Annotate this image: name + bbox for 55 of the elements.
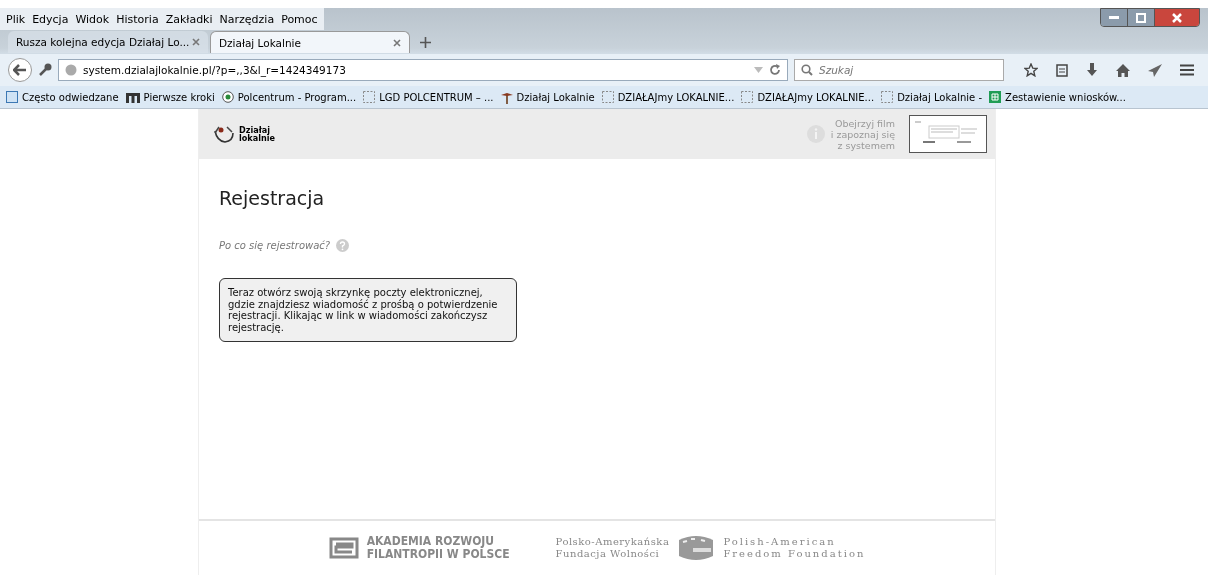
bookmark-item[interactable]: LGD POLCENTRUM – ... [363,91,494,103]
search-box[interactable]: Szukaj [794,59,1004,81]
back-arrow-icon [13,64,27,76]
info-message: Teraz otwórz swoją skrzynkę poczty elektronicznej, gdzie znajdziesz wiadomość z prośbą o potwierdzenie rejestracji. Klikając w link w wiadomości zakończysz rejestrację. [219,278,517,342]
send-icon[interactable] [1148,63,1162,77]
menu-item[interactable]: Widok [75,12,110,26]
close-button[interactable] [1155,9,1199,26]
download-icon[interactable] [1086,63,1098,77]
folder-icon [6,91,18,103]
why-register-link[interactable]: Po co się rejestrować? [219,240,331,251]
m-logo-icon [125,91,140,103]
bookmark-item[interactable]: Działaj Lokalnie - [881,91,983,103]
new-tab-icon[interactable] [420,36,431,48]
akademia-logo: AKADEMIA ROZWOJU FILANTROPII W POLSCE [328,535,510,561]
page-icon [741,91,754,103]
browser-tab[interactable]: Rusza kolejna edycja Działaj Lo... [8,31,208,53]
foundation-logo: Polsko-Amerykańska Fundacja Wolności Polish-American Freedom Foundation [555,535,866,562]
address-bar[interactable]: system.dzialajlokalnie.pl/?p=,,3&l_r=1424349173 [58,59,788,81]
bookmark-item[interactable]: Pierwsze kroki [125,91,215,103]
bookmark-item[interactable]: Działaj Lokalnie [500,90,595,104]
site-logo[interactable]: Działaj lokalnie [213,125,275,143]
reload-icon[interactable] [769,64,781,76]
menu-item[interactable]: Narzędzia [219,12,275,26]
close-icon[interactable] [192,38,200,46]
menu-item[interactable]: Pomoc [281,12,318,26]
back-button[interactable] [8,58,32,82]
key-icon[interactable] [38,63,52,77]
bookmark-item[interactable]: DZIAŁAJmy LOKALNIE... [741,91,875,103]
menu-item[interactable]: Plik [6,12,26,26]
menu-item[interactable]: Historia [116,12,159,26]
bookmark-item[interactable]: Polcentrum - Program... [221,91,357,103]
star-icon[interactable] [1024,63,1038,77]
minimize-button[interactable] [1101,9,1128,26]
page-icon [601,91,614,103]
maximize-button[interactable] [1128,9,1155,26]
bookmark-item[interactable]: Często odwiedzane [6,91,119,103]
home-icon[interactable] [1116,63,1130,77]
badge-icon [221,91,234,103]
minimize-icon [1109,15,1119,20]
maximize-icon [1136,12,1146,23]
bookmark-item[interactable]: Zestawienie wniosków... [989,91,1126,103]
page-icon [881,91,894,103]
menu-item[interactable]: Edycja [32,12,69,26]
menu-icon[interactable] [1180,64,1194,76]
menu-item[interactable]: Zakładki [165,12,213,26]
close-icon[interactable] [393,38,401,47]
bookmark-item[interactable]: DZIAŁAJmy LOKALNIE... [601,91,735,103]
clipboard-icon[interactable] [1056,63,1068,77]
browser-tab[interactable]: Działaj Lokalnie [210,31,410,53]
page-icon [363,91,376,103]
close-icon [1172,12,1182,23]
video-thumbnail[interactable] [909,115,987,153]
page-heading: Rejestracja [219,187,326,209]
spreadsheet-icon [989,91,1002,103]
search-icon [801,64,813,76]
